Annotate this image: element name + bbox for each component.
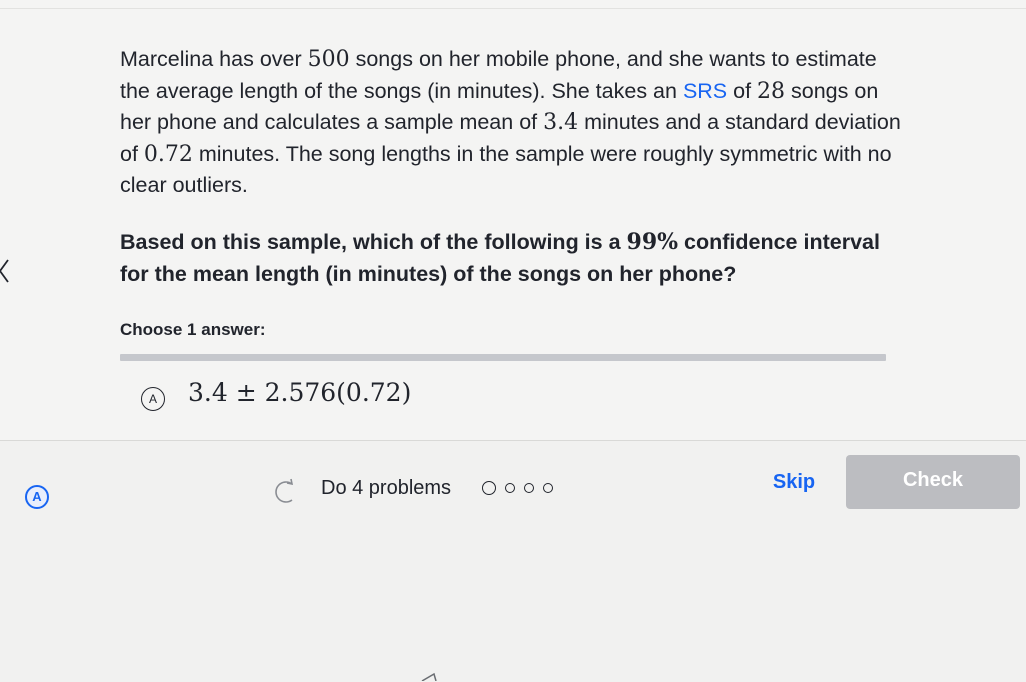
question-text: Based on this sample, which of the follo… [120,226,910,290]
choose-answer-label: Choose 1 answer: [120,320,266,339]
choice-letter-badge: A [141,387,165,411]
confidence-level: 99% [626,229,679,255]
edge-fragment [421,672,437,681]
answer-choice-a[interactable]: A 3.4 ± 2.576(0.72) [120,366,886,430]
standard-deviation: 0.72 [143,141,193,167]
chevron-left-icon[interactable] [0,256,24,286]
song-count: 500 [307,47,350,72]
question-part: Based on this sample, which of the follo… [120,230,627,254]
passage-text: of [727,78,758,103]
exercise-content: Marcelina has over 500 songs on her mobi… [0,0,1026,450]
top-divider [0,8,1026,9]
user-avatar-badge[interactable]: A [25,485,49,509]
progress-dot-icon [482,481,496,495]
refresh-icon[interactable] [268,477,298,507]
choices-divider [120,354,886,361]
srs-term-link[interactable]: SRS [683,79,727,103]
passage-text: Marcelina has over [120,47,308,71]
progress-dot-icon [543,483,553,493]
sample-mean: 3.4 [543,110,579,135]
progress-dots [482,481,553,495]
choice-text: 3.4 ± 2.576(0.72) [188,378,412,407]
skip-button[interactable]: Skip [758,462,830,502]
passage-text: minutes. The song lengths in the sample … [120,141,892,198]
problem-passage: Marcelina has over 500 songs on her mobi… [120,44,910,202]
do-problems-label: Do 4 problems [321,477,452,499]
sample-size: 28 [757,78,786,104]
progress-dot-icon [505,483,515,493]
check-button[interactable]: Check [846,455,1020,509]
progress-dot-icon [524,483,534,493]
